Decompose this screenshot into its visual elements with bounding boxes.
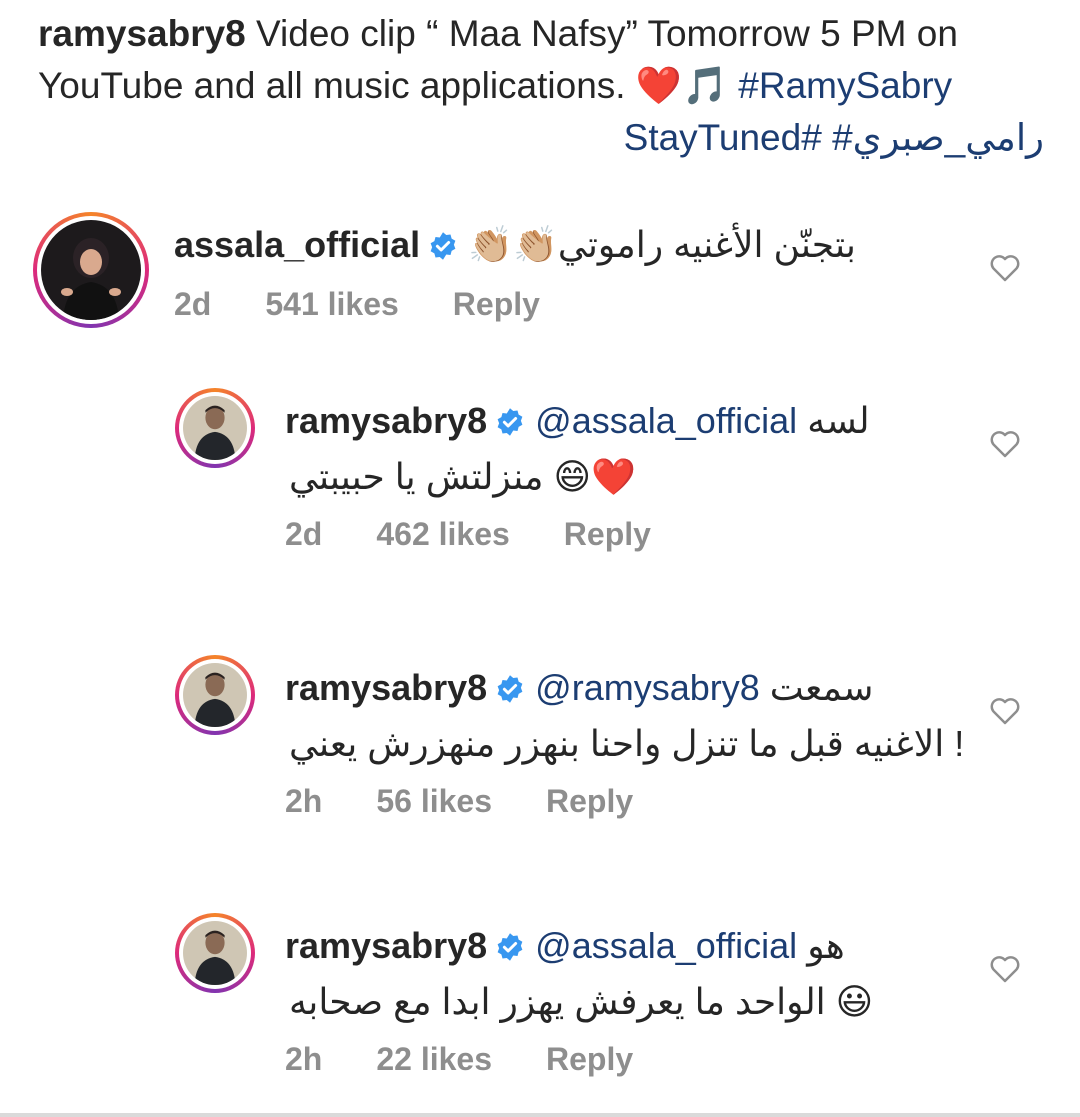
avatar-ramy-image [183, 663, 247, 727]
comment-username[interactable]: ramysabry8 [285, 400, 487, 441]
comment-time: 2d [174, 286, 212, 322]
heart-emoji: ❤️ [635, 65, 682, 106]
comment-body: ramysabry8 @assala_official هو الواحد ما … [285, 923, 965, 1025]
comment-meta: 2h 22 likes Reply [285, 1041, 633, 1078]
comment-text-line2: الاغنيه قبل ما تنزل واحنا بنهزر منهزرش ي… [289, 723, 965, 764]
avatar-assala-image [41, 220, 141, 320]
comment-text: سمعت [769, 667, 874, 708]
comment-text: 👏🏼👏🏼بتجنّن الأغنيه راموتي [468, 224, 856, 265]
comment-text-line2: الواحد ما يعرفش يهزر ابدا مع صحابه 😃 [289, 981, 874, 1022]
comment-text-line2: منزلتش يا حبيبتي 😄❤️ [289, 456, 636, 497]
post-caption: ramysabry8 Video clip “ Maa Nafsy” Tomor… [38, 8, 1048, 164]
avatar[interactable] [175, 388, 255, 468]
reply-button[interactable]: Reply [564, 516, 651, 553]
bottom-divider [0, 1113, 1080, 1117]
comment-mention[interactable]: @assala_official [535, 400, 797, 441]
comment-time: 2d [285, 516, 323, 552]
comment-username[interactable]: ramysabry8 [285, 925, 487, 966]
music-note-emoji: 🎵 [681, 65, 729, 106]
caption-username[interactable]: ramysabry8 [38, 13, 246, 54]
comment-username[interactable]: ramysabry8 [285, 667, 487, 708]
comment-mention[interactable]: @ramysabry8 [535, 667, 760, 708]
comment-meta: 2h 56 likes Reply [285, 783, 633, 820]
avatar[interactable] [175, 913, 255, 993]
heart-outline-icon[interactable] [988, 252, 1022, 282]
heart-outline-icon[interactable] [988, 695, 1022, 725]
comment-time: 2h [285, 1041, 323, 1077]
reply-button[interactable]: Reply [546, 783, 633, 820]
comment-username[interactable]: assala_official [174, 224, 420, 265]
verified-badge-icon [497, 408, 523, 436]
heart-outline-icon[interactable] [988, 953, 1022, 983]
comment-meta: 2d 462 likes Reply [285, 516, 651, 553]
avatar[interactable] [175, 655, 255, 735]
comment-mention[interactable]: @assala_official [535, 925, 797, 966]
comment-body: ramysabry8 @assala_official لسه منزلتش يا… [285, 398, 965, 500]
avatar-ramy-image [183, 921, 247, 985]
comment-likes[interactable]: 22 likes [376, 1041, 492, 1078]
comment-likes[interactable]: 541 likes [265, 286, 398, 323]
comment-text: هو [807, 925, 845, 966]
comment-likes[interactable]: 462 likes [376, 516, 509, 553]
comment-body: ramysabry8 @ramysabry8 سمعت الاغنيه قبل م… [285, 665, 965, 767]
comment-likes[interactable]: 56 likes [376, 783, 492, 820]
verified-badge-icon [430, 232, 456, 260]
verified-badge-icon [497, 933, 523, 961]
verified-badge-icon [497, 675, 523, 703]
reply-button[interactable]: Reply [546, 1041, 633, 1078]
comment-time: 2h [285, 783, 323, 819]
avatar-ramy-image [183, 396, 247, 460]
caption-hashtags-line[interactable]: StayTuned# #رامي_صبري [38, 112, 1048, 164]
comment-body: assala_official 👏🏼👏🏼بتجنّن الأغنيه راموتي [174, 222, 894, 268]
avatar[interactable] [33, 212, 149, 328]
reply-button[interactable]: Reply [453, 286, 540, 323]
hashtag-ramysabry[interactable]: #RamySabry [738, 65, 952, 106]
comment-meta: 2d 541 likes Reply [174, 286, 540, 323]
heart-outline-icon[interactable] [988, 428, 1022, 458]
comment-text: لسه [807, 400, 870, 441]
